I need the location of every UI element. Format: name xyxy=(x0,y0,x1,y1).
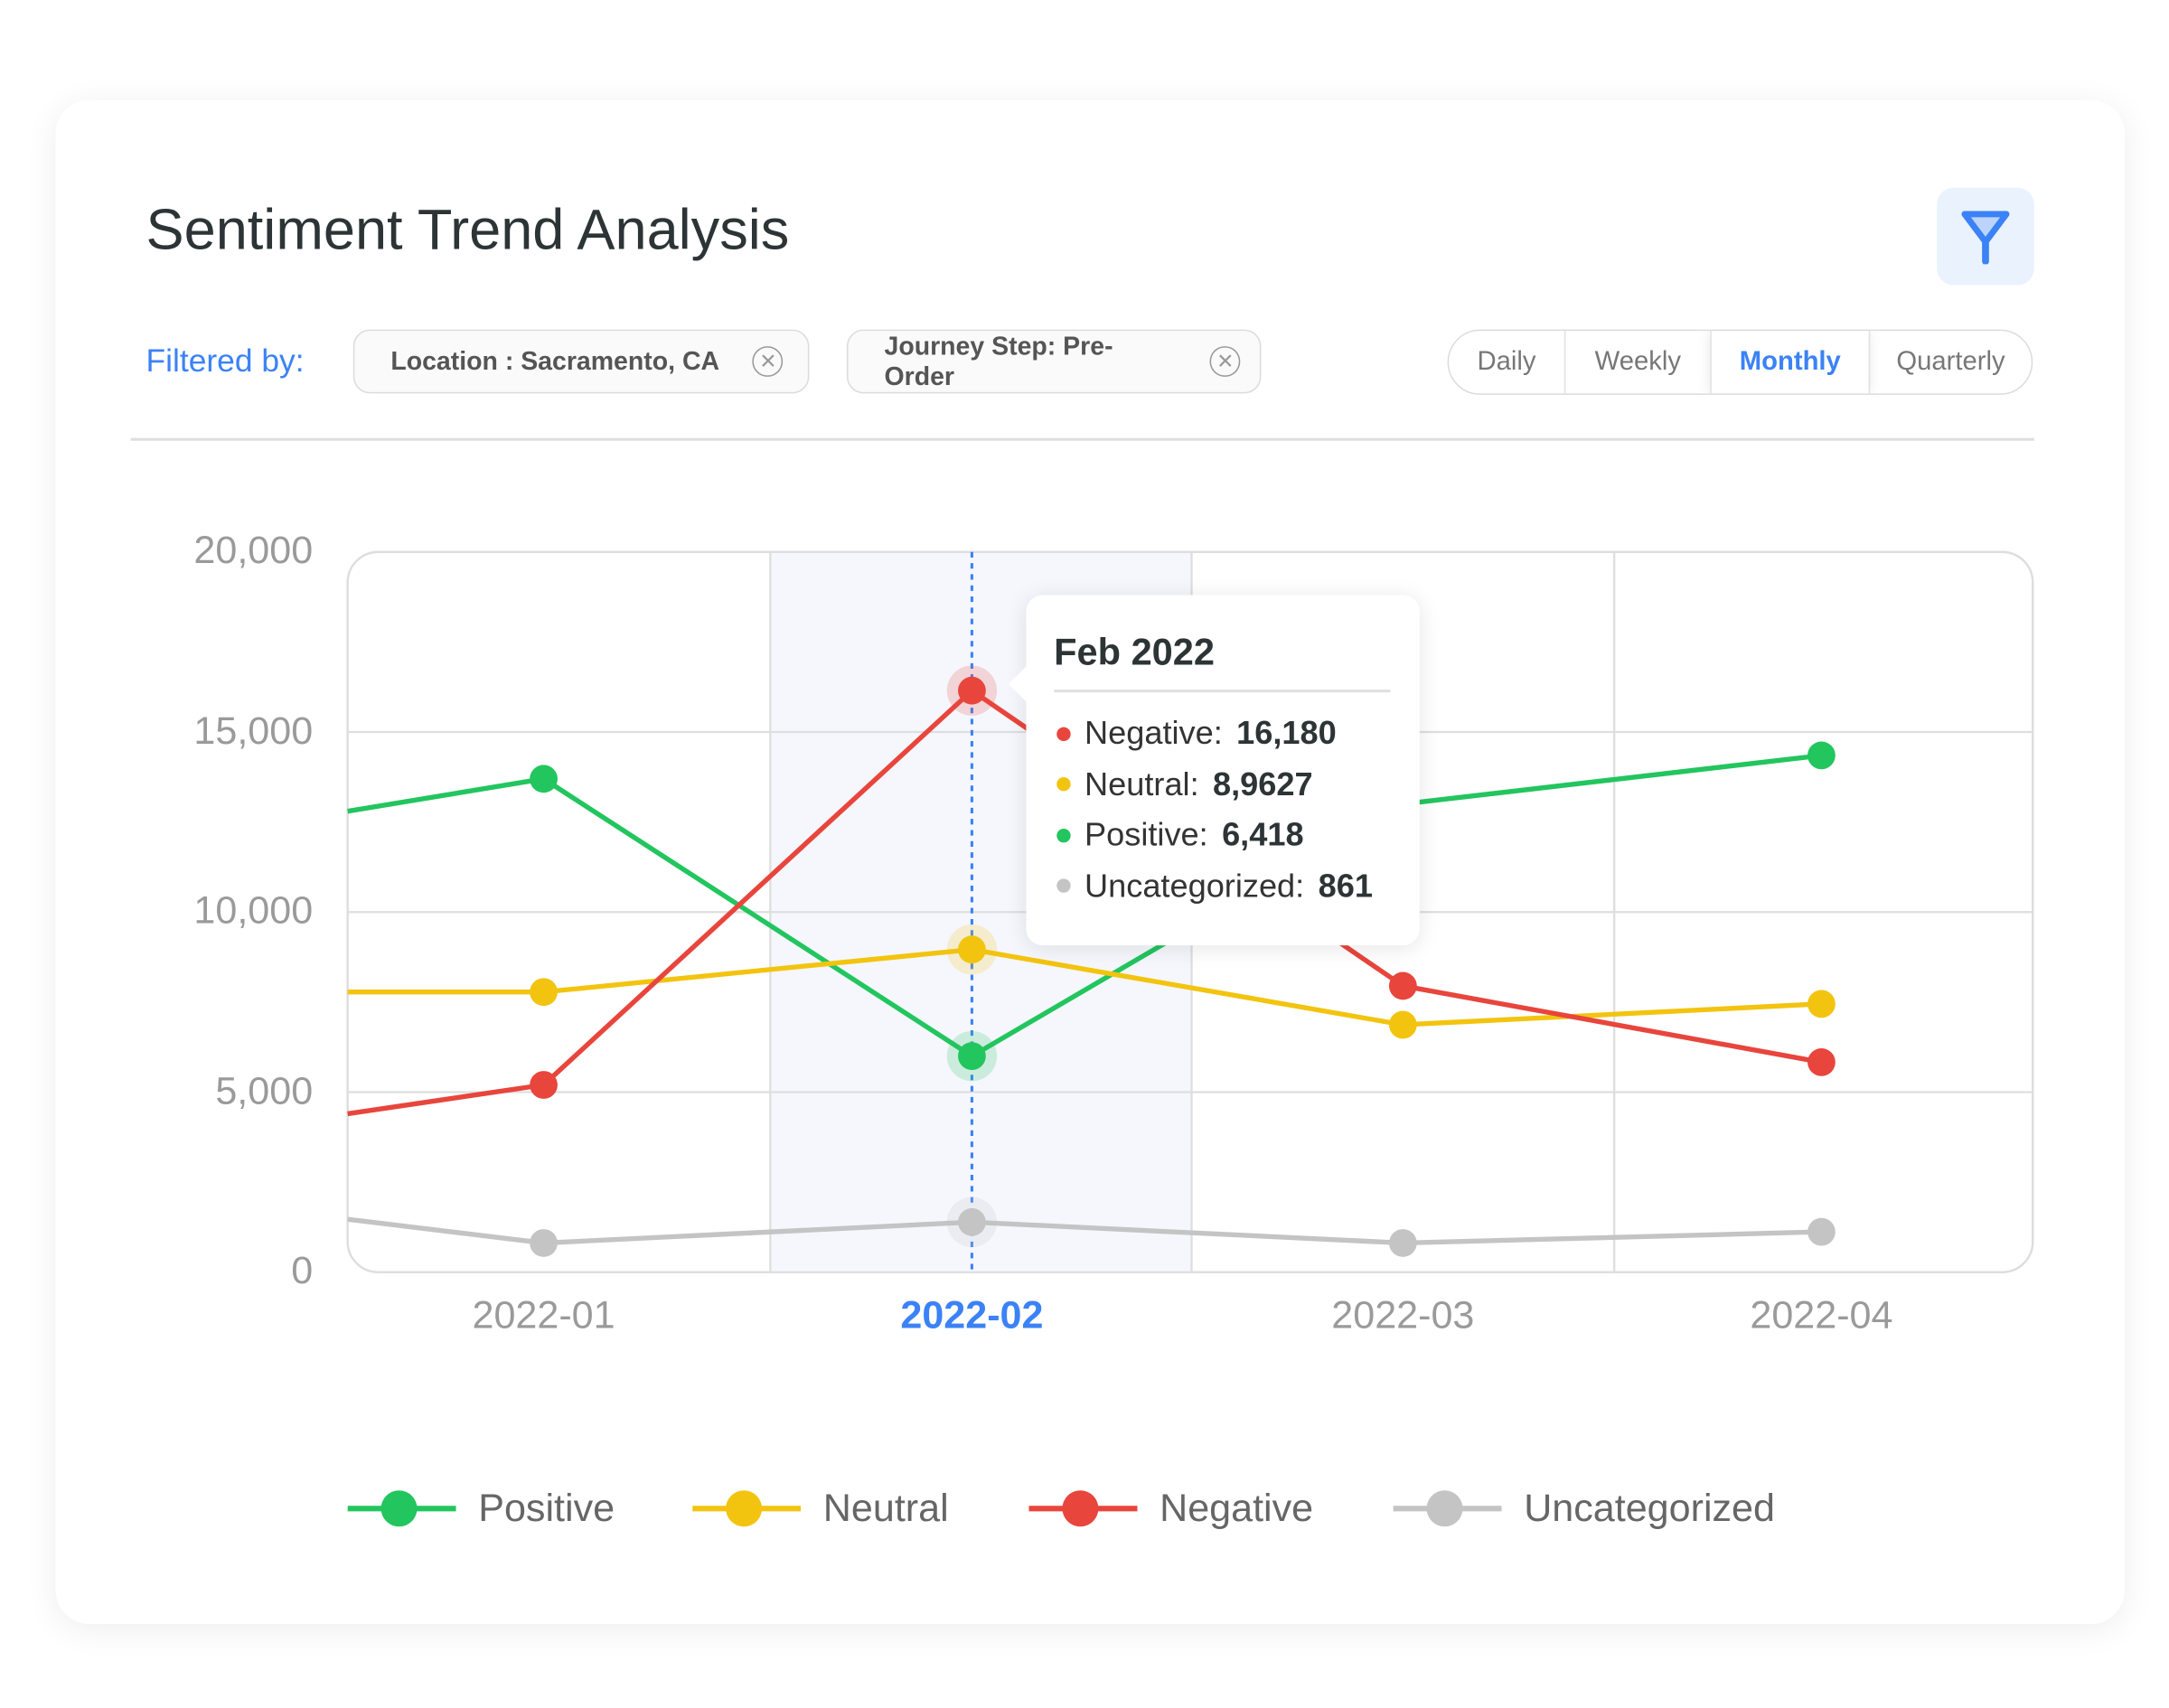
data-point-positive xyxy=(530,765,558,793)
tooltip-row: Positive: 6,418 xyxy=(1056,816,1304,854)
data-point-positive xyxy=(1808,741,1836,770)
tooltip-row: Uncategorized: 861 xyxy=(1056,867,1373,905)
tooltip-title: Feb 2022 xyxy=(1054,631,1215,673)
data-point-neutral xyxy=(958,935,986,964)
legend-item-neutral[interactable]: Neutral xyxy=(692,1481,949,1537)
tooltip-row-label: Positive: xyxy=(1084,816,1208,853)
data-point-negative xyxy=(958,676,986,705)
data-point-negative xyxy=(530,1071,558,1099)
tooltip-divider xyxy=(1054,690,1391,692)
data-point-negative xyxy=(1808,1048,1836,1076)
tooltip-row: Negative: 16,180 xyxy=(1056,715,1337,753)
x-tick-label[interactable]: 2022-03 xyxy=(1331,1293,1474,1337)
legend-label: Uncategorized xyxy=(1524,1486,1775,1530)
x-tick-label[interactable]: 2022-02 xyxy=(900,1293,1043,1337)
data-point-neutral xyxy=(1808,990,1836,1018)
data-point-uncategorized xyxy=(530,1229,558,1257)
data-point-uncategorized xyxy=(958,1207,986,1236)
series-dot-icon xyxy=(1056,777,1071,792)
data-point-positive xyxy=(958,1042,986,1071)
data-point-neutral xyxy=(530,978,558,1007)
y-tick-label: 10,000 xyxy=(193,888,314,932)
tooltip-row-value: 861 xyxy=(1318,867,1373,904)
tooltip-row-value: 6,418 xyxy=(1222,816,1304,853)
data-point-neutral xyxy=(1388,1010,1417,1039)
tooltip-row-label: Neutral: xyxy=(1084,765,1199,802)
legend-label: Positive xyxy=(478,1486,615,1530)
data-point-uncategorized xyxy=(1808,1217,1836,1246)
legend-item-positive[interactable]: Positive xyxy=(347,1481,615,1537)
legend-item-uncategorized[interactable]: Uncategorized xyxy=(1393,1481,1775,1537)
chart-tooltip: Feb 2022 Negative: 16,180 Neutral: 8,9627 Po… xyxy=(1026,595,1420,946)
series-dot-icon xyxy=(1056,878,1071,893)
y-tick-label: 20,000 xyxy=(193,528,314,572)
legend-label: Negative xyxy=(1160,1486,1314,1530)
data-point-uncategorized xyxy=(1388,1229,1417,1257)
tooltip-row-label: Uncategorized: xyxy=(1084,867,1305,904)
legend-marker-icon xyxy=(1028,1490,1138,1527)
tooltip-row: Neutral: 8,9627 xyxy=(1056,765,1313,803)
tooltip-row-label: Negative: xyxy=(1084,714,1223,751)
data-point-negative xyxy=(1388,971,1417,1000)
y-tick-label: 0 xyxy=(291,1248,314,1292)
x-tick-label[interactable]: 2022-01 xyxy=(473,1293,615,1337)
legend-item-negative[interactable]: Negative xyxy=(1028,1481,1313,1537)
legend-label: Neutral xyxy=(822,1486,949,1530)
legend-marker-icon xyxy=(1393,1490,1502,1527)
legend-marker-icon xyxy=(692,1490,802,1527)
series-dot-icon xyxy=(1056,726,1071,741)
legend-marker-icon xyxy=(347,1490,456,1527)
x-tick-label[interactable]: 2022-04 xyxy=(1750,1293,1892,1337)
y-tick-label: 5,000 xyxy=(215,1068,314,1112)
series-dot-icon xyxy=(1056,828,1071,842)
y-tick-label: 15,000 xyxy=(193,708,314,752)
tooltip-row-value: 8,9627 xyxy=(1213,765,1313,802)
tooltip-row-value: 16,180 xyxy=(1236,714,1337,751)
